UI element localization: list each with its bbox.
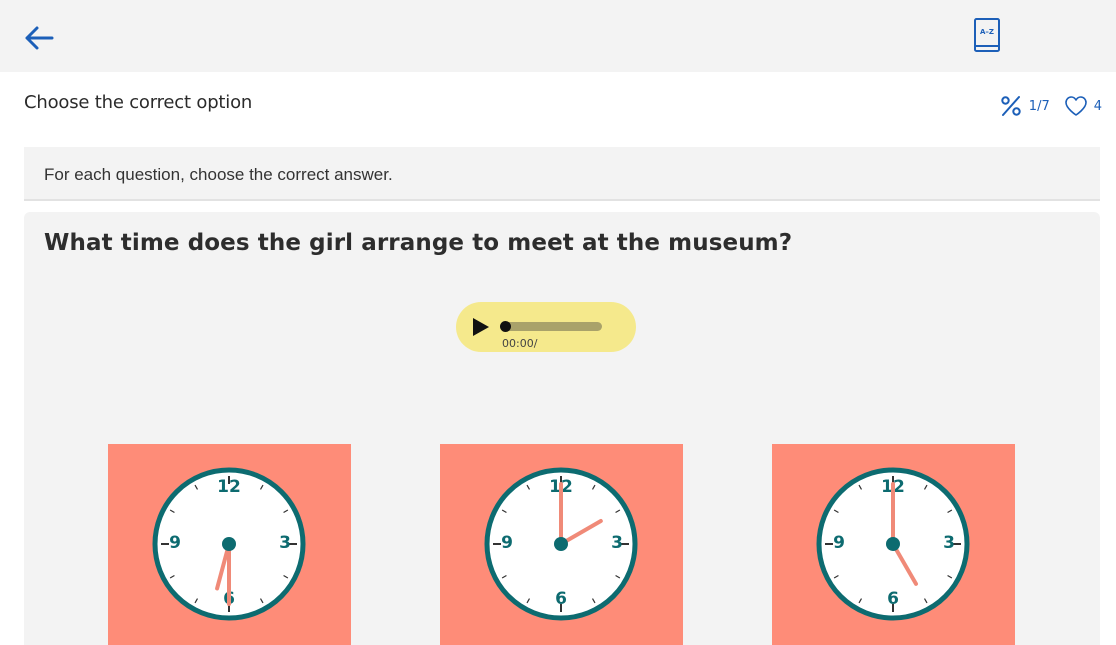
clock-numeral: 3 (943, 533, 955, 553)
page-title: Choose the correct option (24, 92, 253, 113)
clock-numeral: 6 (887, 589, 899, 609)
clock-numeral: 3 (611, 533, 623, 553)
audio-time-label: 00:00/ (502, 337, 538, 350)
question-progress: 1/7 (1028, 98, 1050, 114)
book-a-z-icon: A–Z (974, 18, 1000, 52)
clock-center (554, 537, 568, 551)
clock-numeral: 6 (555, 589, 567, 609)
audio-progress-knob[interactable] (500, 321, 511, 332)
clock-icon: 12369 (152, 467, 306, 621)
clock-icon: 12369 (484, 467, 638, 621)
back-button[interactable] (22, 22, 56, 54)
lives-count: 4 (1093, 98, 1102, 114)
clock-numeral: 3 (279, 533, 291, 553)
arrow-left-icon (25, 26, 54, 50)
play-icon[interactable] (472, 317, 490, 337)
clock-center (886, 537, 900, 551)
question-text: What time does the girl arrange to meet … (44, 230, 793, 256)
question-card: What time does the girl arrange to meet … (24, 212, 1100, 645)
clock-numeral: 9 (833, 533, 845, 553)
title-row: Choose the correct option 1/7 4 (0, 72, 1116, 138)
instructions-box: For each question, choose the correct an… (24, 147, 1100, 201)
option-a[interactable]: 12369 (108, 444, 351, 645)
stats-bar: 1/7 4 (999, 94, 1102, 118)
instructions-text: For each question, choose the correct an… (44, 165, 393, 184)
top-bar: A–Z (0, 0, 1116, 72)
audio-progress-bar[interactable] (500, 321, 602, 332)
dictionary-button[interactable]: A–Z (972, 17, 1002, 55)
clock-numeral: 9 (501, 533, 513, 553)
audio-player: 00:00/ (456, 302, 636, 352)
dictionary-label: A–Z (980, 28, 994, 36)
percent-icon[interactable] (999, 94, 1023, 118)
heart-icon (1064, 96, 1087, 116)
clock-icon: 12369 (816, 467, 970, 621)
option-b[interactable]: 12369 (440, 444, 683, 645)
clock-center (222, 537, 236, 551)
clock-numeral: 12 (217, 477, 241, 497)
option-c[interactable]: 12369 (772, 444, 1015, 645)
clock-numeral: 9 (169, 533, 181, 553)
